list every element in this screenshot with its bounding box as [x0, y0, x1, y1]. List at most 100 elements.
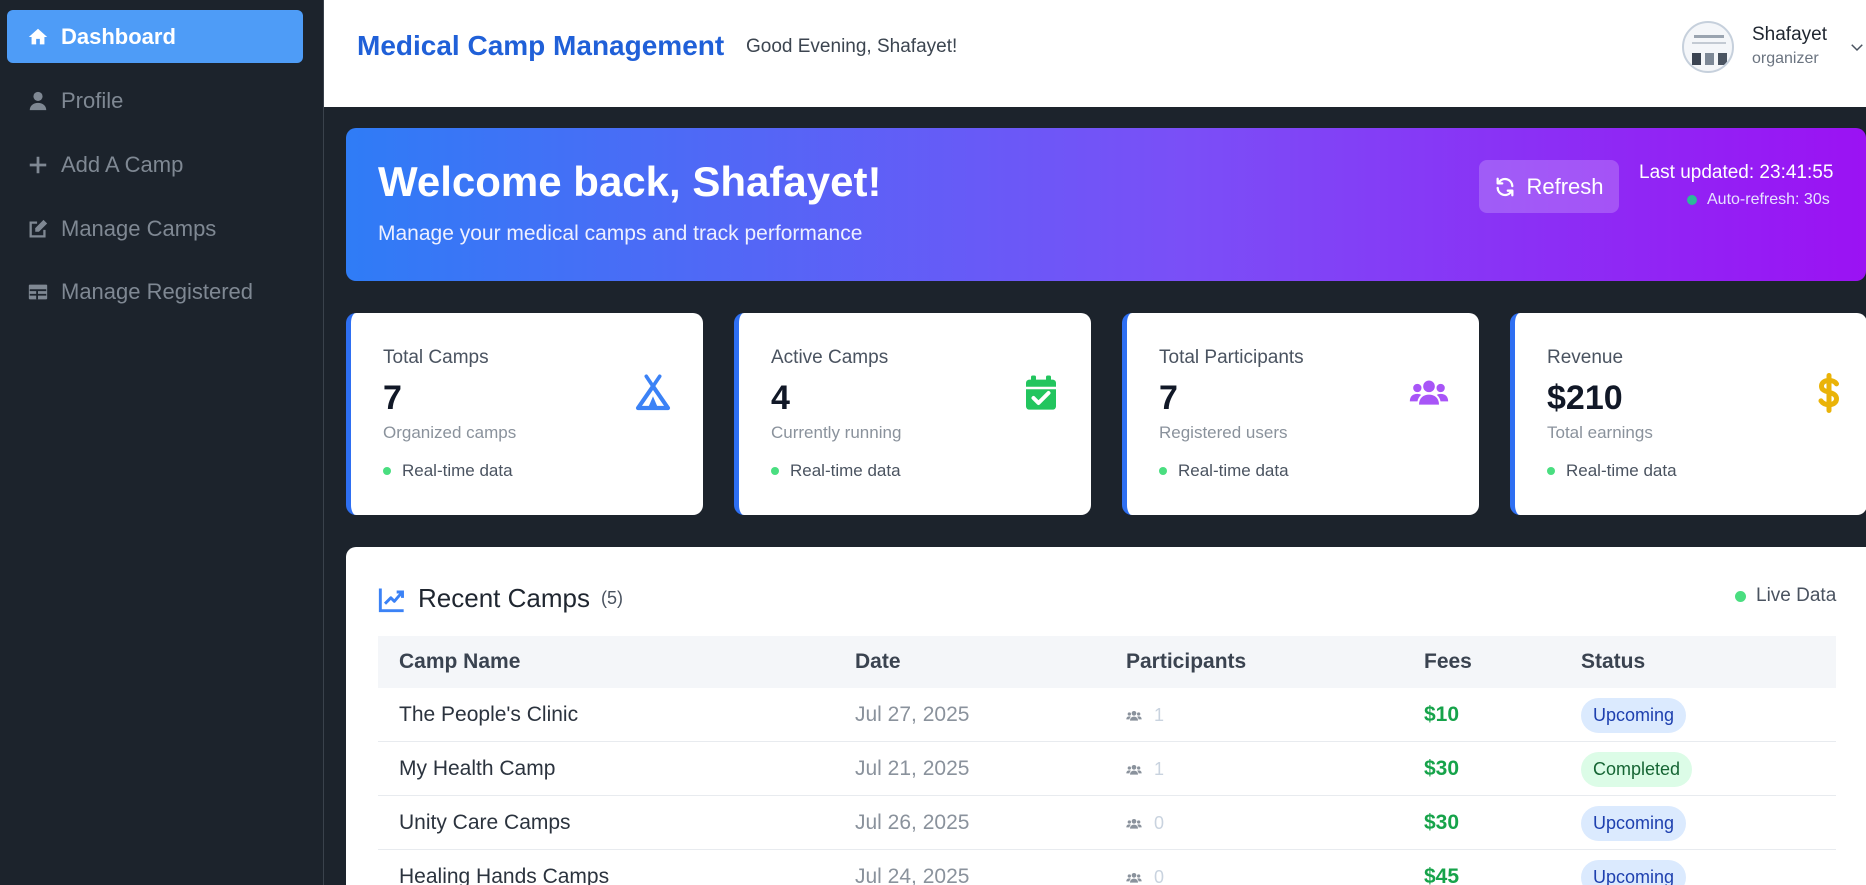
calendar-check-icon — [1019, 371, 1063, 415]
sidebar-item-label: Profile — [61, 87, 124, 113]
avatar[interactable] — [1682, 21, 1734, 73]
stat-card-total-participants: Total Participants 7 Registered users Re… — [1122, 313, 1479, 515]
app-title[interactable]: Medical Camp Management — [357, 30, 724, 62]
welcome-banner: Welcome back, Shafayet! Manage your medi… — [346, 128, 1866, 281]
stat-value: 4 — [771, 379, 790, 417]
users-icon — [1126, 872, 1142, 883]
stat-label: Total Participants — [1159, 347, 1304, 368]
greeting-text: Good Evening, Shafayet! — [746, 36, 958, 57]
stat-label: Revenue — [1547, 347, 1624, 368]
table-row[interactable]: The People's Clinic Jul 27, 2025 1 $10 U… — [378, 688, 1836, 742]
welcome-subtitle: Manage your medical camps and track perf… — [378, 222, 863, 245]
stat-subtitle: Currently running — [771, 423, 902, 442]
camp-name: My Health Camp — [399, 757, 556, 780]
stat-subtitle: Total earnings — [1547, 423, 1653, 442]
stat-live-label: Real-time data — [402, 461, 513, 480]
camp-fees: $30 — [1424, 811, 1460, 834]
sidebar: Dashboard Profile Add A Camp Manage Camp… — [0, 0, 324, 885]
column-header[interactable]: Status — [1581, 650, 1645, 674]
camp-fees: $45 — [1424, 865, 1460, 885]
column-header[interactable]: Fees — [1424, 650, 1472, 674]
table-icon — [23, 281, 53, 303]
chart-line-icon — [378, 588, 404, 612]
table-row[interactable]: My Health Camp Jul 21, 2025 1 $30 Comple… — [378, 742, 1836, 796]
stat-subtitle: Registered users — [1159, 423, 1288, 442]
sidebar-item-add-camp[interactable]: Add A Camp — [7, 138, 303, 191]
user-name[interactable]: Shafayet — [1752, 24, 1827, 46]
users-icon — [1407, 371, 1451, 415]
live-dot — [1735, 590, 1746, 602]
sidebar-item-label: Manage Registered — [61, 278, 254, 304]
stat-value: $210 — [1547, 379, 1623, 417]
stat-card-total-camps: Total Camps 7 Organized camps Real-time … — [346, 313, 703, 515]
participant-count: 1 — [1154, 705, 1165, 725]
user-role: organizer — [1752, 50, 1819, 67]
participant-count: 0 — [1154, 813, 1165, 833]
users-icon — [1126, 764, 1142, 775]
column-header[interactable]: Camp Name — [399, 650, 520, 674]
stat-live: Real-time data — [1159, 461, 1289, 481]
sidebar-item-manage-camps[interactable]: Manage Camps — [7, 202, 303, 255]
table-header: Camp Name Date Participants Fees Status — [378, 636, 1836, 688]
recent-camps-title: Recent Camps (5) — [378, 583, 623, 614]
stat-live: Real-time data — [771, 461, 901, 481]
status-badge: Completed — [1581, 752, 1693, 787]
live-data-label: Live Data — [1756, 585, 1837, 606]
auto-refresh-label: Auto-refresh: 30s — [1707, 191, 1830, 208]
stat-label: Active Camps — [771, 347, 889, 368]
stat-live-label: Real-time data — [1178, 461, 1289, 480]
stat-label: Total Camps — [383, 347, 489, 368]
sidebar-item-profile[interactable]: Profile — [7, 74, 303, 127]
stat-value: 7 — [1159, 379, 1178, 417]
stat-live-label: Real-time data — [1566, 461, 1677, 480]
participants-cell: 0 — [1126, 867, 1164, 885]
column-header[interactable]: Participants — [1126, 650, 1246, 674]
stat-card-revenue: Revenue $210 Total earnings Real-time da… — [1510, 313, 1866, 515]
camp-date: Jul 27, 2025 — [855, 703, 970, 726]
refresh-label: Refresh — [1526, 173, 1604, 199]
camp-name: The People's Clinic — [399, 703, 579, 726]
welcome-title: Welcome back, Shafayet! — [378, 158, 882, 205]
table-row[interactable]: Unity Care Camps Jul 26, 2025 0 $30 Upco… — [378, 796, 1836, 850]
top-header: Medical Camp Management Good Evening, Sh… — [324, 0, 1866, 107]
sidebar-item-label: Manage Camps — [61, 215, 217, 241]
refresh-button[interactable]: Refresh — [1479, 160, 1619, 213]
stat-live-label: Real-time data — [790, 461, 901, 480]
stat-card-active-camps: Active Camps 4 Currently running Real-ti… — [734, 313, 1091, 515]
column-header[interactable]: Date — [855, 650, 901, 674]
camp-date: Jul 21, 2025 — [855, 757, 970, 780]
camp-fees: $10 — [1424, 703, 1460, 726]
status-dot — [1687, 195, 1697, 205]
home-icon — [23, 26, 53, 48]
camp-date: Jul 24, 2025 — [855, 865, 970, 885]
participants-cell: 1 — [1126, 759, 1164, 780]
recent-camps-panel: Recent Camps (5) Live Data Camp Name Dat… — [346, 547, 1866, 885]
sidebar-item-label: Add A Camp — [61, 151, 184, 177]
camp-fees: $30 — [1424, 757, 1460, 780]
panel-title-text: Recent Camps — [418, 583, 590, 613]
participants-cell: 0 — [1126, 813, 1164, 834]
stat-subtitle: Organized camps — [383, 423, 517, 442]
dollar-icon — [1807, 371, 1851, 415]
stat-live: Real-time data — [383, 461, 513, 481]
camp-count: (5) — [600, 588, 623, 608]
stat-value: 7 — [383, 379, 402, 417]
status-badge: Upcoming — [1581, 806, 1687, 841]
participant-count: 1 — [1154, 759, 1165, 779]
status-badge: Upcoming — [1581, 860, 1687, 885]
camp-name: Unity Care Camps — [399, 811, 571, 834]
camp-name: Healing Hands Camps — [399, 865, 610, 885]
refresh-icon — [1496, 177, 1514, 196]
chevron-down-icon[interactable] — [1848, 38, 1866, 56]
sidebar-item-dashboard[interactable]: Dashboard — [7, 10, 303, 63]
camp-date: Jul 26, 2025 — [855, 811, 970, 834]
plus-icon — [23, 154, 53, 176]
user-icon — [23, 90, 53, 112]
sidebar-item-manage-registered[interactable]: Manage Registered — [7, 265, 303, 318]
table-row[interactable]: Healing Hands Camps Jul 24, 2025 0 $45 U… — [378, 850, 1836, 885]
tent-icon — [631, 371, 675, 415]
sidebar-item-label: Dashboard — [61, 23, 176, 49]
live-data-indicator: Live Data — [1735, 585, 1836, 607]
participant-count: 0 — [1154, 867, 1165, 885]
status-badge: Upcoming — [1581, 698, 1687, 733]
